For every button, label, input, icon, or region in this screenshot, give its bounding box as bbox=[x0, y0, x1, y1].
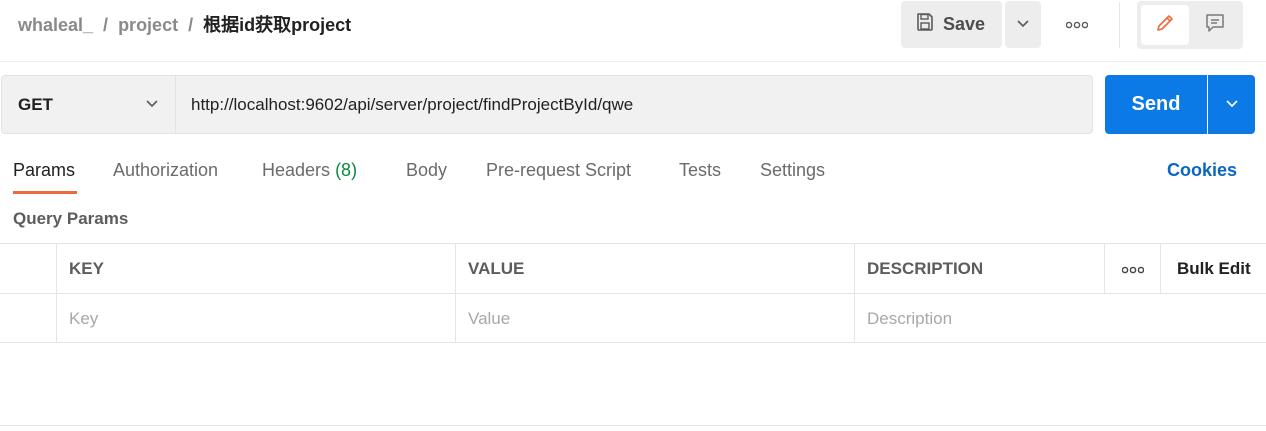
active-tab-indicator bbox=[13, 191, 77, 194]
pencil-icon bbox=[1154, 12, 1176, 39]
query-params-table: KEY VALUE DESCRIPTION Bulk Edit Key Valu… bbox=[0, 243, 1266, 343]
method-select[interactable]: GET bbox=[1, 75, 175, 134]
save-button[interactable]: Save bbox=[901, 1, 1002, 48]
breadcrumb: whaleal_ / project / 根据id获取project bbox=[18, 14, 351, 36]
comments-button[interactable] bbox=[1191, 5, 1239, 45]
param-key-input[interactable]: Key bbox=[56, 294, 456, 343]
param-value-input[interactable]: Value bbox=[455, 294, 855, 343]
table-header-row: KEY VALUE DESCRIPTION Bulk Edit bbox=[0, 243, 1266, 293]
panel-divider bbox=[0, 425, 1266, 426]
method-label: GET bbox=[18, 94, 53, 114]
tab-authorization[interactable]: Authorization bbox=[113, 159, 218, 181]
param-description-input[interactable]: Description bbox=[854, 294, 1266, 343]
tab-headers-label: Headers bbox=[262, 160, 331, 180]
tab-headers[interactable]: Headers (8) bbox=[262, 159, 357, 181]
save-options-button[interactable] bbox=[1005, 1, 1041, 48]
chevron-down-icon bbox=[1225, 96, 1239, 114]
toolbar-divider bbox=[1119, 2, 1120, 48]
request-header: whaleal_ / project / 根据id获取project Save bbox=[0, 0, 1266, 62]
bulk-edit-button[interactable]: Bulk Edit bbox=[1160, 244, 1266, 293]
query-params-title: Query Params bbox=[13, 209, 129, 228]
send-options-button[interactable] bbox=[1208, 75, 1255, 134]
save-icon bbox=[915, 12, 935, 37]
column-header-value: VALUE bbox=[455, 244, 855, 293]
save-label: Save bbox=[943, 14, 986, 34]
tab-body[interactable]: Body bbox=[406, 159, 447, 181]
tab-settings[interactable]: Settings bbox=[760, 159, 825, 181]
request-name[interactable]: 根据id获取project bbox=[203, 15, 351, 35]
send-button[interactable]: Send bbox=[1105, 75, 1207, 134]
url-input[interactable]: http://localhost:9602/api/server/project… bbox=[175, 75, 1093, 134]
breadcrumb-collection[interactable]: project bbox=[118, 15, 178, 35]
column-header-key: KEY bbox=[56, 244, 456, 293]
chevron-down-icon bbox=[145, 96, 159, 114]
headers-count: (8) bbox=[335, 160, 358, 180]
comment-icon bbox=[1204, 12, 1226, 39]
table-options-button[interactable] bbox=[1104, 244, 1161, 293]
column-header-description: DESCRIPTION bbox=[854, 244, 1105, 293]
more-horizontal-icon bbox=[1065, 16, 1089, 34]
tab-pre-request-script[interactable]: Pre-request Script bbox=[486, 159, 631, 181]
tab-params[interactable]: Params bbox=[13, 159, 75, 181]
breadcrumb-separator: / bbox=[103, 15, 109, 35]
cookies-link[interactable]: Cookies bbox=[1167, 159, 1237, 181]
tab-tests[interactable]: Tests bbox=[679, 159, 721, 181]
breadcrumb-separator: / bbox=[188, 15, 194, 35]
more-actions-button[interactable] bbox=[1060, 12, 1094, 38]
edit-mode-button[interactable] bbox=[1141, 5, 1189, 45]
table-row: Key Value Description bbox=[0, 293, 1266, 343]
view-mode-toggle bbox=[1137, 1, 1243, 49]
chevron-down-icon bbox=[1016, 16, 1030, 34]
more-horizontal-icon bbox=[1121, 259, 1145, 279]
breadcrumb-workspace[interactable]: whaleal_ bbox=[18, 15, 93, 35]
